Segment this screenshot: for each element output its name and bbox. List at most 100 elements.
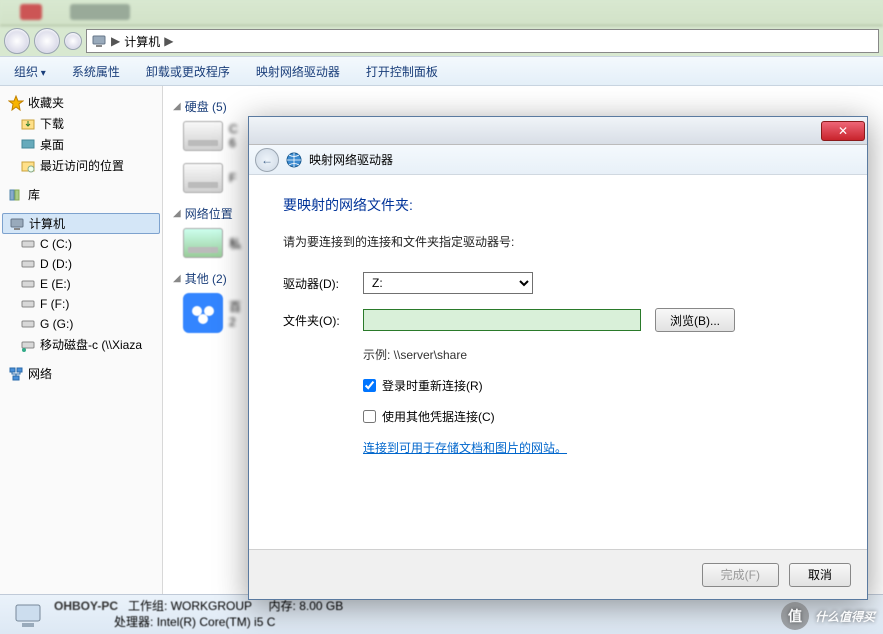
category-label: 硬盘 (5) xyxy=(185,98,227,115)
folder-input[interactable] xyxy=(363,309,641,331)
sidebar-item-label: 网络 xyxy=(28,365,52,382)
sidebar-item-label: 最近访问的位置 xyxy=(40,157,124,174)
libraries-icon xyxy=(8,187,24,203)
drive-select[interactable]: Z: xyxy=(363,272,533,294)
map-network-drive-button[interactable]: 映射网络驱动器 xyxy=(252,60,344,83)
dialog-titlebar: ✕ xyxy=(249,117,867,145)
close-button[interactable]: ✕ xyxy=(821,121,865,141)
watermark: 值 什么值得买 xyxy=(781,602,875,630)
sidebar-drive-e[interactable]: E (E:) xyxy=(2,274,160,294)
memory-value: 8.00 GB xyxy=(299,599,343,613)
memory-label: 内存: xyxy=(269,599,296,613)
baidu-icon xyxy=(183,293,223,333)
close-icon: ✕ xyxy=(838,124,848,138)
arrow-left-icon: ← xyxy=(261,153,273,167)
back-button[interactable] xyxy=(4,28,30,54)
sidebar-drive-d[interactable]: D (D:) xyxy=(2,254,160,274)
sidebar-item-label: 桌面 xyxy=(40,136,64,153)
sidebar-downloads[interactable]: 下载 xyxy=(2,113,160,134)
network-icon xyxy=(8,366,24,382)
map-network-drive-dialog: ✕ ← 映射网络驱动器 要映射的网络文件夹: 请为要连接到的连接和文件夹指定驱动… xyxy=(248,116,868,600)
navigation-sidebar: 收藏夹 下载 桌面 最近访问的位置 库 计算机 xyxy=(0,86,163,594)
reconnect-label: 登录时重新连接(R) xyxy=(382,377,483,394)
category-label: 其他 (2) xyxy=(185,270,227,287)
sidebar-item-label: F (F:) xyxy=(40,297,69,311)
browse-button[interactable]: 浏览(B)... xyxy=(655,308,735,332)
organize-button[interactable]: 组织 xyxy=(10,60,50,83)
finish-button[interactable]: 完成(F) xyxy=(702,563,779,587)
dialog-title: 映射网络驱动器 xyxy=(309,151,393,168)
sidebar-item-label: C (C:) xyxy=(40,237,72,251)
watermark-text: 什么值得买 xyxy=(815,608,875,625)
hdd-icon xyxy=(183,121,223,151)
drive-icon xyxy=(20,316,36,332)
browser-tab-strip xyxy=(0,0,883,26)
sidebar-recent[interactable]: 最近访问的位置 xyxy=(2,155,160,176)
drive-item[interactable]: C6 xyxy=(183,121,238,151)
collapse-icon: ◢ xyxy=(173,273,181,284)
dialog-subtitle: 请为要连接到的连接和文件夹指定驱动器号: xyxy=(283,233,833,250)
sidebar-network[interactable]: 网络 xyxy=(2,363,160,384)
example-text: 示例: \\server\share xyxy=(363,346,833,363)
cancel-button[interactable]: 取消 xyxy=(789,563,851,587)
network-drive-icon xyxy=(20,337,36,353)
forward-button[interactable] xyxy=(34,28,60,54)
category-disks[interactable]: ◢ 硬盘 (5) xyxy=(173,98,873,115)
sidebar-drive-f[interactable]: F (F:) xyxy=(2,294,160,314)
sidebar-item-label: 收藏夹 xyxy=(28,94,64,111)
globe-drive-icon xyxy=(285,151,303,169)
address-bar[interactable]: ▶ 计算机 ▶ xyxy=(86,29,879,53)
drive-icon xyxy=(20,296,36,312)
sidebar-item-label: 移动磁盘-c (\\Xiaza xyxy=(40,336,142,353)
drive-item[interactable]: F xyxy=(183,163,236,193)
computer-large-icon xyxy=(12,599,44,631)
sidebar-desktop[interactable]: 桌面 xyxy=(2,134,160,155)
breadcrumb-sep-icon: ▶ xyxy=(164,34,173,48)
cpu-value: Intel(R) Core(TM) i5 C xyxy=(157,615,276,629)
back-button[interactable]: ← xyxy=(255,148,279,172)
history-dropdown-button[interactable] xyxy=(64,32,82,50)
breadcrumb-root[interactable]: 计算机 xyxy=(124,33,160,50)
cpu-label: 处理器: xyxy=(114,615,153,629)
baidu-drive-item[interactable]: 百2 xyxy=(183,293,241,333)
reconnect-checkbox[interactable] xyxy=(363,379,376,392)
details-bar: OHBOY-PC 工作组: WORKGROUP 内存: 8.00 GB 处理器:… xyxy=(0,594,883,634)
sidebar-libraries[interactable]: 库 xyxy=(2,184,160,205)
sidebar-drive-g[interactable]: G (G:) xyxy=(2,314,160,334)
recent-icon xyxy=(20,158,36,174)
drive-icon xyxy=(20,276,36,292)
sidebar-computer[interactable]: 计算机 xyxy=(2,213,160,234)
command-toolbar: 组织 系统属性 卸载或更改程序 映射网络驱动器 打开控制面板 xyxy=(0,56,883,86)
system-properties-button[interactable]: 系统属性 xyxy=(68,60,124,83)
computer-icon xyxy=(91,33,107,49)
network-drive-item[interactable]: 私 xyxy=(183,228,241,258)
collapse-icon: ◢ xyxy=(173,208,181,219)
folder-label: 文件夹(O): xyxy=(283,312,363,329)
sidebar-item-label: D (D:) xyxy=(40,257,72,271)
collapse-icon: ◢ xyxy=(173,101,181,112)
breadcrumb-sep-icon: ▶ xyxy=(111,34,120,48)
desktop-icon xyxy=(20,137,36,153)
navigation-row: ▶ 计算机 ▶ xyxy=(0,26,883,56)
hdd-icon xyxy=(183,163,223,193)
open-control-panel-button[interactable]: 打开控制面板 xyxy=(362,60,442,83)
computer-name: OHBOY-PC xyxy=(54,599,118,613)
sidebar-favorites[interactable]: 收藏夹 xyxy=(2,92,160,113)
sidebar-network-drive[interactable]: 移动磁盘-c (\\Xiaza xyxy=(2,334,160,355)
storage-website-link[interactable]: 连接到可用于存储文档和图片的网站。 xyxy=(363,441,567,455)
sidebar-item-label: 计算机 xyxy=(29,215,65,232)
star-icon xyxy=(8,95,24,111)
workgroup-label: 工作组: xyxy=(128,599,167,613)
other-credentials-checkbox[interactable] xyxy=(363,410,376,423)
drive-icon xyxy=(20,236,36,252)
computer-icon xyxy=(9,216,25,232)
sidebar-item-label: 下载 xyxy=(40,115,64,132)
uninstall-programs-button[interactable]: 卸载或更改程序 xyxy=(142,60,234,83)
network-drive-icon xyxy=(183,228,223,258)
sidebar-item-label: E (E:) xyxy=(40,277,71,291)
other-credentials-label: 使用其他凭据连接(C) xyxy=(382,408,495,425)
sidebar-item-label: G (G:) xyxy=(40,317,73,331)
sidebar-drive-c[interactable]: C (C:) xyxy=(2,234,160,254)
workgroup-value: WORKGROUP xyxy=(171,599,252,613)
drive-icon xyxy=(20,256,36,272)
